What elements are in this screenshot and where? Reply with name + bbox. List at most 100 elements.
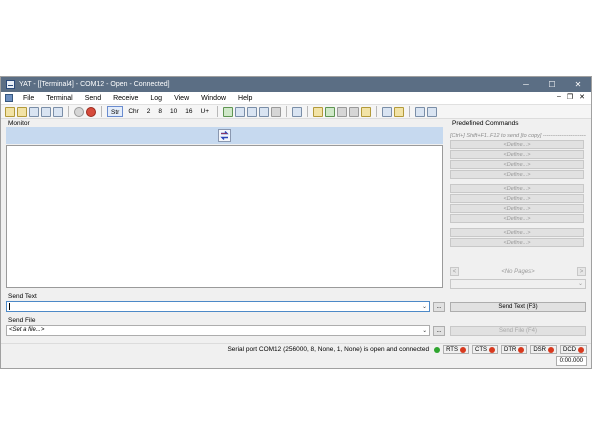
log-off-icon[interactable] bbox=[337, 106, 348, 117]
next-page-button[interactable]: > bbox=[576, 267, 586, 276]
signal-led-icon bbox=[518, 346, 525, 353]
toolbar-separator bbox=[307, 106, 309, 117]
send-text-label: Send Text bbox=[8, 293, 37, 300]
predefined-command-button[interactable]: <Define...> bbox=[450, 184, 584, 193]
send-file-input[interactable]: <Set a file...> ⌄ bbox=[6, 325, 430, 336]
radix-str-button[interactable]: Str bbox=[107, 106, 124, 117]
menu-send[interactable]: Send bbox=[79, 95, 107, 102]
dtr-signal[interactable]: DTR bbox=[500, 345, 528, 354]
signal-led-icon bbox=[459, 346, 466, 353]
send-file-value: <Set a file...> bbox=[9, 327, 45, 333]
open-port-icon[interactable] bbox=[74, 106, 84, 117]
menu-help[interactable]: Help bbox=[232, 95, 258, 102]
send-text-options-button[interactable]: ... bbox=[433, 302, 445, 312]
close-button[interactable]: ✕ bbox=[565, 80, 591, 89]
show-tx-icon[interactable] bbox=[223, 106, 234, 117]
connection-timer[interactable]: 0:00.000 bbox=[555, 356, 587, 366]
mdi-minimize-button[interactable]: – bbox=[557, 93, 561, 101]
browse-file-button[interactable]: ... bbox=[433, 326, 445, 336]
layout-icon[interactable] bbox=[415, 106, 426, 117]
menu-window[interactable]: Window bbox=[195, 95, 232, 102]
radix-unicode-button[interactable]: U+ bbox=[198, 106, 213, 117]
predefined-command-button[interactable]: <Define...> bbox=[450, 150, 584, 159]
show-bidir-icon[interactable] bbox=[235, 106, 246, 117]
previous-page-button[interactable]: < bbox=[450, 267, 459, 276]
send-text-input[interactable]: ⌄ bbox=[6, 301, 430, 312]
menu-file[interactable]: File bbox=[17, 95, 40, 102]
predefined-command-button[interactable]: <Define...> bbox=[450, 204, 584, 213]
radix-chr-button[interactable]: Chr bbox=[125, 106, 141, 117]
predefined-command-button[interactable]: <Define...> bbox=[450, 160, 584, 169]
monitor-view[interactable] bbox=[6, 145, 443, 288]
menu-view[interactable]: View bbox=[168, 95, 195, 102]
new-terminal-icon[interactable] bbox=[5, 106, 15, 117]
title-bar[interactable]: YAT - [[Terminal4] - COM12 - Open - Conn… bbox=[1, 77, 591, 92]
monitor-label: Monitor bbox=[8, 120, 30, 127]
terminal-settings-icon[interactable] bbox=[53, 106, 63, 117]
dsr-signal: DSR bbox=[530, 345, 557, 354]
mdi-close-button[interactable]: ✕ bbox=[579, 93, 585, 101]
clear-monitor-icon[interactable] bbox=[259, 106, 270, 117]
radix-10-button[interactable]: 10 bbox=[167, 106, 180, 117]
mdi-restore-button[interactable]: ❐ bbox=[567, 93, 573, 101]
log-settings-icon[interactable] bbox=[313, 106, 324, 117]
predefined-hint: [Ctrl+] Shift+F1..F12 to send [to copy] bbox=[450, 133, 586, 139]
terminal-doc-icon[interactable] bbox=[5, 94, 13, 102]
mdi-controls: – ❐ ✕ bbox=[557, 93, 585, 101]
menu-bar: File Terminal Send Receive Log View Wind… bbox=[1, 92, 591, 105]
radix-16-button[interactable]: 16 bbox=[182, 106, 195, 117]
toolbar-separator bbox=[217, 106, 219, 117]
predefined-command-button[interactable]: <Define...> bbox=[450, 140, 584, 149]
chevron-down-icon[interactable]: ⌄ bbox=[422, 327, 427, 336]
menu-log[interactable]: Log bbox=[144, 95, 168, 102]
connection-status-text: Serial port COM12 (256000, 8, None, 1, N… bbox=[227, 346, 430, 353]
status-bar: Serial port COM12 (256000, 8, None, 1, N… bbox=[1, 343, 591, 355]
format-settings-icon[interactable] bbox=[427, 106, 438, 117]
open-file-icon[interactable] bbox=[17, 106, 27, 117]
save-icon[interactable] bbox=[29, 106, 39, 117]
send-text-button[interactable]: Send Text (F3) bbox=[450, 302, 586, 312]
predefined-command-button[interactable]: <Define...> bbox=[450, 238, 584, 247]
radix-2-button[interactable]: 2 bbox=[144, 106, 154, 117]
app-icon bbox=[6, 80, 15, 89]
predefined-command-button[interactable]: <Define...> bbox=[450, 194, 584, 203]
log-open-icon[interactable] bbox=[349, 106, 360, 117]
toolbar-separator bbox=[376, 106, 378, 117]
predefined-commands-label: Predefined Commands bbox=[452, 120, 519, 127]
print-icon[interactable] bbox=[271, 106, 282, 117]
signal-led-icon bbox=[548, 346, 554, 353]
auto-response-icon[interactable] bbox=[382, 106, 393, 117]
signal-led-icon bbox=[488, 346, 495, 353]
predefined-command-button[interactable]: <Define...> bbox=[450, 170, 584, 179]
maximize-button[interactable]: ☐ bbox=[539, 80, 565, 89]
yat-window: YAT - [[Terminal4] - COM12 - Open - Conn… bbox=[0, 76, 592, 369]
auto-action-icon[interactable] bbox=[394, 106, 405, 117]
minimize-button[interactable]: ─ bbox=[513, 80, 539, 89]
chevron-down-icon[interactable]: ⌄ bbox=[422, 303, 427, 310]
find-icon[interactable] bbox=[292, 106, 303, 117]
send-file-button[interactable]: Send File (F4) bbox=[450, 326, 586, 336]
predefined-pager: < <No Pages> > bbox=[450, 266, 586, 277]
page-select[interactable]: ⌄ bbox=[450, 279, 586, 289]
save-all-icon[interactable] bbox=[41, 106, 51, 117]
toolbar-separator bbox=[68, 106, 69, 117]
radix-8-button[interactable]: 8 bbox=[155, 106, 165, 117]
menu-receive[interactable]: Receive bbox=[107, 95, 144, 102]
timer-row: 0:00.000 bbox=[1, 356, 591, 368]
show-rx-icon[interactable] bbox=[247, 106, 258, 117]
log-on-icon[interactable] bbox=[325, 106, 336, 117]
bidirectional-swap-icon[interactable] bbox=[218, 129, 231, 142]
close-port-icon[interactable] bbox=[86, 106, 96, 117]
page-indicator: <No Pages> bbox=[501, 268, 535, 275]
dcd-signal: DCD bbox=[560, 345, 587, 354]
send-file-label: Send File bbox=[8, 317, 36, 324]
rts-signal[interactable]: RTS bbox=[443, 345, 469, 354]
window-title: YAT - [[Terminal4] - COM12 - Open - Conn… bbox=[19, 81, 170, 88]
predefined-command-button[interactable]: <Define...> bbox=[450, 214, 584, 223]
monitor-header bbox=[6, 127, 443, 144]
signal-led-icon bbox=[578, 346, 584, 353]
menu-terminal[interactable]: Terminal bbox=[40, 95, 78, 102]
text-caret bbox=[9, 303, 10, 310]
predefined-command-button[interactable]: <Define...> bbox=[450, 228, 584, 237]
log-folder-icon[interactable] bbox=[361, 106, 372, 117]
